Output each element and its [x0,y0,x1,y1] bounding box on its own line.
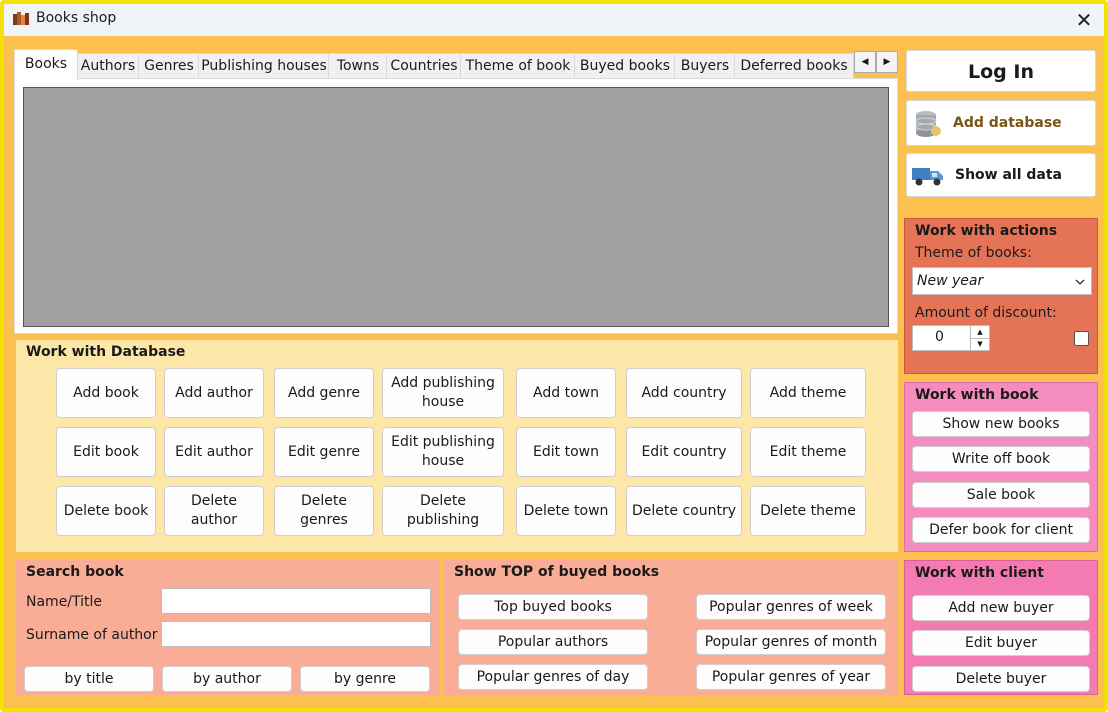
database-icon [915,111,941,137]
log-in-button[interactable]: Log In [906,50,1096,92]
search-by-author-button[interactable]: by author [162,666,292,692]
work-with-client-group: Work with client Add new buyer Edit buye… [904,560,1098,695]
tab-buyed-books[interactable]: Buyed books [574,53,676,80]
popular-genres-of-month-button[interactable]: Popular genres of month [696,629,886,655]
tab-countries[interactable]: Countries [386,53,462,80]
theme-of-books-select[interactable]: New year [912,267,1092,295]
add-theme-button[interactable]: Add theme [750,368,866,418]
discount-stepper[interactable]: 0 ▲ ▼ [912,325,990,351]
search-by-title-button[interactable]: by title [24,666,154,692]
tab-page-books [14,78,898,334]
add-publishing-house-button[interactable]: Add publishing house [382,368,504,418]
window-title: Books shop [36,10,117,26]
tab-scroll-left-icon[interactable]: ◀ [854,51,876,73]
sale-book-button[interactable]: Sale book [912,482,1090,508]
books-icon [13,12,29,25]
work-with-actions-group: Work with actions Theme of books: New ye… [904,218,1098,374]
close-icon[interactable]: ✕ [1070,6,1098,34]
work-with-book-group: Work with book Show new books Write off … [904,382,1098,552]
discount-value: 0 [935,329,944,345]
name-title-input[interactable] [161,588,431,614]
add-database-button[interactable]: Add database [906,100,1096,146]
group-title: Show TOP of buyed books [454,564,660,580]
edit-country-button[interactable]: Edit country [626,427,742,477]
tab-theme-of-book[interactable]: Theme of book [460,53,576,80]
group-title: Work with client [915,565,1044,581]
group-title: Work with book [915,387,1039,403]
chevron-down-icon [1075,279,1085,285]
edit-publishing-house-button[interactable]: Edit publishing house [382,427,504,477]
delete-author-button[interactable]: Delete author [164,486,264,536]
add-new-buyer-button[interactable]: Add new buyer [912,595,1090,621]
group-title: Search book [26,564,124,580]
stepper-down-icon[interactable]: ▼ [970,338,989,350]
search-by-genre-button[interactable]: by genre [300,666,430,692]
popular-authors-button[interactable]: Popular authors [458,629,648,655]
tab-publishing-houses[interactable]: Publishing houses [198,53,330,80]
delete-country-button[interactable]: Delete country [626,486,742,536]
app-window: Books shop ✕ Books Authors Genres Publis… [0,0,1108,712]
show-new-books-button[interactable]: Show new books [912,411,1090,437]
tab-buyers[interactable]: Buyers [674,53,736,80]
edit-theme-button[interactable]: Edit theme [750,427,866,477]
edit-town-button[interactable]: Edit town [516,427,616,477]
search-book-group: Search book Name/Title Surname of author… [16,560,440,695]
popular-genres-of-year-button[interactable]: Popular genres of year [696,664,886,690]
delete-publishing-button[interactable]: Delete publishing [382,486,504,536]
popular-genres-of-day-button[interactable]: Popular genres of day [458,664,648,690]
tab-towns[interactable]: Towns [328,53,388,80]
books-data-grid[interactable] [23,87,889,327]
delete-town-button[interactable]: Delete town [516,486,616,536]
delete-theme-button[interactable]: Delete theme [750,486,866,536]
tab-genres[interactable]: Genres [138,53,200,80]
theme-selected-value: New year [917,273,984,289]
edit-genre-button[interactable]: Edit genre [274,427,374,477]
tab-deferred-books[interactable]: Deferred books [734,53,854,80]
show-top-group: Show TOP of buyed books Top buyed books … [444,560,898,695]
group-title: Work with actions [915,223,1058,239]
write-off-book-button[interactable]: Write off book [912,446,1090,472]
add-country-button[interactable]: Add country [626,368,742,418]
add-author-button[interactable]: Add author [164,368,264,418]
add-town-button[interactable]: Add town [516,368,616,418]
name-title-label: Name/Title [26,594,103,610]
delete-buyer-button[interactable]: Delete buyer [912,666,1090,692]
surname-of-author-input[interactable] [161,621,431,647]
add-genre-button[interactable]: Add genre [274,368,374,418]
delete-genres-button[interactable]: Delete genres [274,486,374,536]
top-buyed-books-button[interactable]: Top buyed books [458,594,648,620]
tab-books[interactable]: Books [14,49,78,80]
edit-author-button[interactable]: Edit author [164,427,264,477]
defer-book-for-client-button[interactable]: Defer book for client [912,517,1090,543]
truck-icon [912,168,943,186]
group-title: Work with Database [26,344,186,360]
edit-buyer-button[interactable]: Edit buyer [912,630,1090,656]
title-bar: Books shop ✕ [4,4,1104,36]
add-book-button[interactable]: Add book [56,368,156,418]
edit-book-button[interactable]: Edit book [56,427,156,477]
tab-authors[interactable]: Authors [76,53,140,80]
surname-of-author-label: Surname of author [26,627,158,643]
add-database-label: Add database [953,115,1062,131]
amount-of-discount-label: Amount of discount: [915,305,1057,321]
work-with-database-group: Work with Database Add book Add author A… [16,340,898,552]
popular-genres-of-week-button[interactable]: Popular genres of week [696,594,886,620]
theme-of-books-label: Theme of books: [915,245,1032,261]
delete-book-button[interactable]: Delete book [56,486,156,536]
tab-control: Books Authors Genres Publishing houses T… [14,49,898,334]
discount-checkbox[interactable] [1074,331,1089,346]
show-all-data-label: Show all data [955,167,1063,183]
tab-scroll-right-icon[interactable]: ▶ [876,51,898,73]
tab-strip: Books Authors Genres Publishing houses T… [14,49,854,80]
show-all-data-button[interactable]: Show all data [906,153,1096,197]
